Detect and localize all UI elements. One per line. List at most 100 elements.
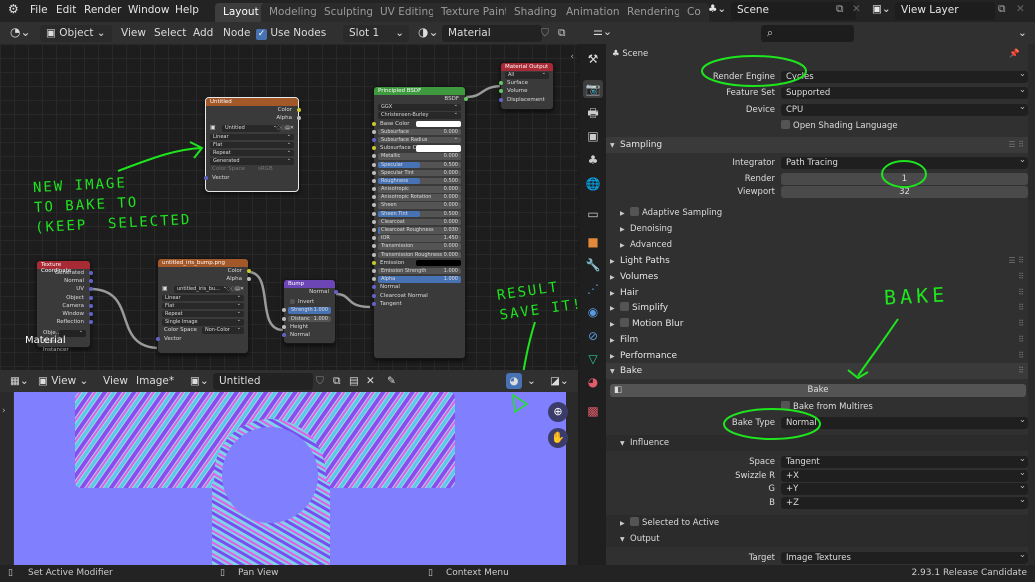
color-space-row[interactable]: Color Space Non-Color [158,325,248,334]
data-tab-icon[interactable]: ▽ [583,350,603,368]
image-actions-icons[interactable]: ◌◌▤✕ [276,124,294,132]
socket[interactable] [371,137,376,142]
zoom-icon[interactable]: ⊕ [548,402,568,422]
object-tab-icon[interactable]: ■ [583,233,603,251]
texture-tab-icon[interactable]: ▩ [583,402,603,420]
bsdf-input-row[interactable]: Sheen Tint 0.500 [371,210,465,218]
bsdf-input-row[interactable]: Sheen 0.000 [371,201,465,209]
modifier-tab-icon[interactable]: 🔧 [583,256,603,274]
socket[interactable] [371,236,376,241]
target-dropdown[interactable]: All [501,70,553,79]
unlink-image-icon[interactable]: ✕ [366,375,375,387]
socket[interactable] [246,269,251,273]
image-editor-canvas[interactable]: ⊕ ✋ › [0,392,578,565]
socket[interactable] [371,170,376,175]
editor-type-icon[interactable]: ⚌⌄ [593,25,612,38]
color-swatch[interactable] [416,145,461,152]
projection-dropdown[interactable]: Flat [206,140,298,149]
source-dropdown[interactable]: Single Image [158,317,248,326]
bsdf-input-row[interactable]: Clearcoat 0.000 [371,218,465,226]
socket[interactable] [371,301,376,306]
source-dropdown[interactable]: Generated [206,156,298,165]
image-browse-icon[interactable]: ▣⌄ [190,375,209,387]
bsdf-input-row[interactable]: Emission [371,259,465,267]
socket[interactable] [371,219,376,224]
bsdf-input-row[interactable]: Subsurface C... [371,144,465,152]
menu-render[interactable]: Render [84,4,121,16]
bsdf-input-row[interactable]: Subsurface 0.000 [371,128,465,136]
socket[interactable] [371,244,376,249]
use-nodes-checkbox[interactable]: ✓ Use Nodes [256,27,326,40]
blender-logo-icon[interactable]: ⚙ [8,2,19,16]
bsdf-input-row[interactable]: Clearcoat Normal [371,292,465,300]
view-layer-selector[interactable]: View Layer [895,2,995,20]
view-mode-dropdown[interactable]: ▣ View ⌄ [38,375,88,387]
socket[interactable] [281,332,286,337]
bsdf-input-row[interactable]: Alpha 1.000 [371,275,465,283]
socket[interactable] [371,211,376,216]
socket[interactable] [203,175,208,180]
material-name-field[interactable]: Material [442,25,542,42]
menu-add[interactable]: Add [193,27,213,39]
material-output-node[interactable]: Material Output All Surface Volume Displ… [498,62,554,110]
bsdf-input-row[interactable]: Base Color [371,120,465,128]
bsdf-input-row[interactable]: Anisotropic Rotation 0.000 [371,193,465,201]
bsdf-input-row[interactable]: Subsurface Radius [371,135,465,144]
menu-edit[interactable]: Edit [56,4,76,16]
socket[interactable] [371,195,376,200]
interpolation-dropdown[interactable]: Linear [158,293,248,302]
socket[interactable] [155,336,160,341]
socket[interactable] [88,303,93,308]
bsdf-input-row[interactable]: Transmission 0.000 [371,242,465,250]
menu-view[interactable]: View [121,27,146,39]
socket[interactable] [371,121,376,126]
socket[interactable] [333,290,338,294]
image-texture-node-untitled[interactable]: Untitled Color Alpha Untitled▣◌◌▤✕ Linea… [203,97,301,192]
socket[interactable] [371,260,376,265]
display-channels-icon[interactable]: ◪⌄ [550,375,569,387]
socket[interactable] [88,271,93,275]
socket[interactable] [371,285,376,290]
socket[interactable] [463,97,468,101]
image-selector[interactable]: Untitled▣◌◌▤✕ [206,124,298,132]
copy-view-layer-icon[interactable]: ⧉ [998,3,1006,16]
object-mode-dropdown[interactable]: ▣ Object ⌄ [40,25,112,42]
open-image-icon[interactable]: ▤ [349,375,359,387]
copy-scene-icon[interactable]: ⧉ [836,3,844,16]
socket[interactable] [88,295,93,300]
interpolation-dropdown[interactable]: Linear [206,132,298,141]
world-tab-icon[interactable]: 🌐 [583,175,603,193]
socket[interactable] [296,116,301,121]
distance-field[interactable]: Distanc 1.000 [281,315,335,323]
menu-window[interactable]: Window [128,4,169,16]
projection-dropdown[interactable]: Flat [158,301,248,310]
extension-dropdown[interactable]: Repeat [158,309,248,318]
fake-user-shield-icon[interactable]: ⛉ [541,27,549,40]
overlay-dropdown-icon[interactable]: ⌄ [527,375,536,387]
editor-type-icon[interactable]: ◔⌄ [10,25,31,39]
properties-scrollbar[interactable] [1028,44,1035,565]
pan-hand-icon[interactable]: ✋ [548,428,568,448]
image-actions-icons[interactable]: ◌◌▤✕ [226,285,244,293]
tab-compositing[interactable]: Co [679,3,709,22]
socket[interactable] [281,324,286,329]
sidebar-toggle-icon[interactable]: ‹ [570,52,574,62]
color-swatch[interactable] [416,120,461,128]
pin-icon[interactable]: ✎ [387,375,396,387]
image-name-field[interactable]: Untitled [213,373,313,390]
new-image-icon[interactable]: ⧉ [333,375,341,388]
duplicate-material-icon[interactable]: ⧉ [558,27,566,40]
collection-tab-icon[interactable]: ▭ [583,205,603,223]
scene-icon[interactable]: ♣⌄ [708,3,726,15]
image-selector[interactable]: untitled_iris_bu...▣◌◌▤✕ [158,285,248,293]
menu-image[interactable]: Image* [136,375,174,387]
render-tab-icon[interactable]: 📷 [583,80,603,98]
menu-help[interactable]: Help [175,4,199,16]
socket[interactable] [371,277,376,282]
close-scene-icon[interactable]: ✕ [852,3,861,15]
bsdf-input-row[interactable]: Emission Strength 1.000 [371,267,465,275]
bsdf-input-row[interactable]: IOR 1.450 [371,234,465,242]
socket[interactable] [88,287,93,292]
socket[interactable] [246,277,251,282]
node-editor-canvas[interactable]: Untitled Color Alpha Untitled▣◌◌▤✕ Linea… [0,44,584,370]
